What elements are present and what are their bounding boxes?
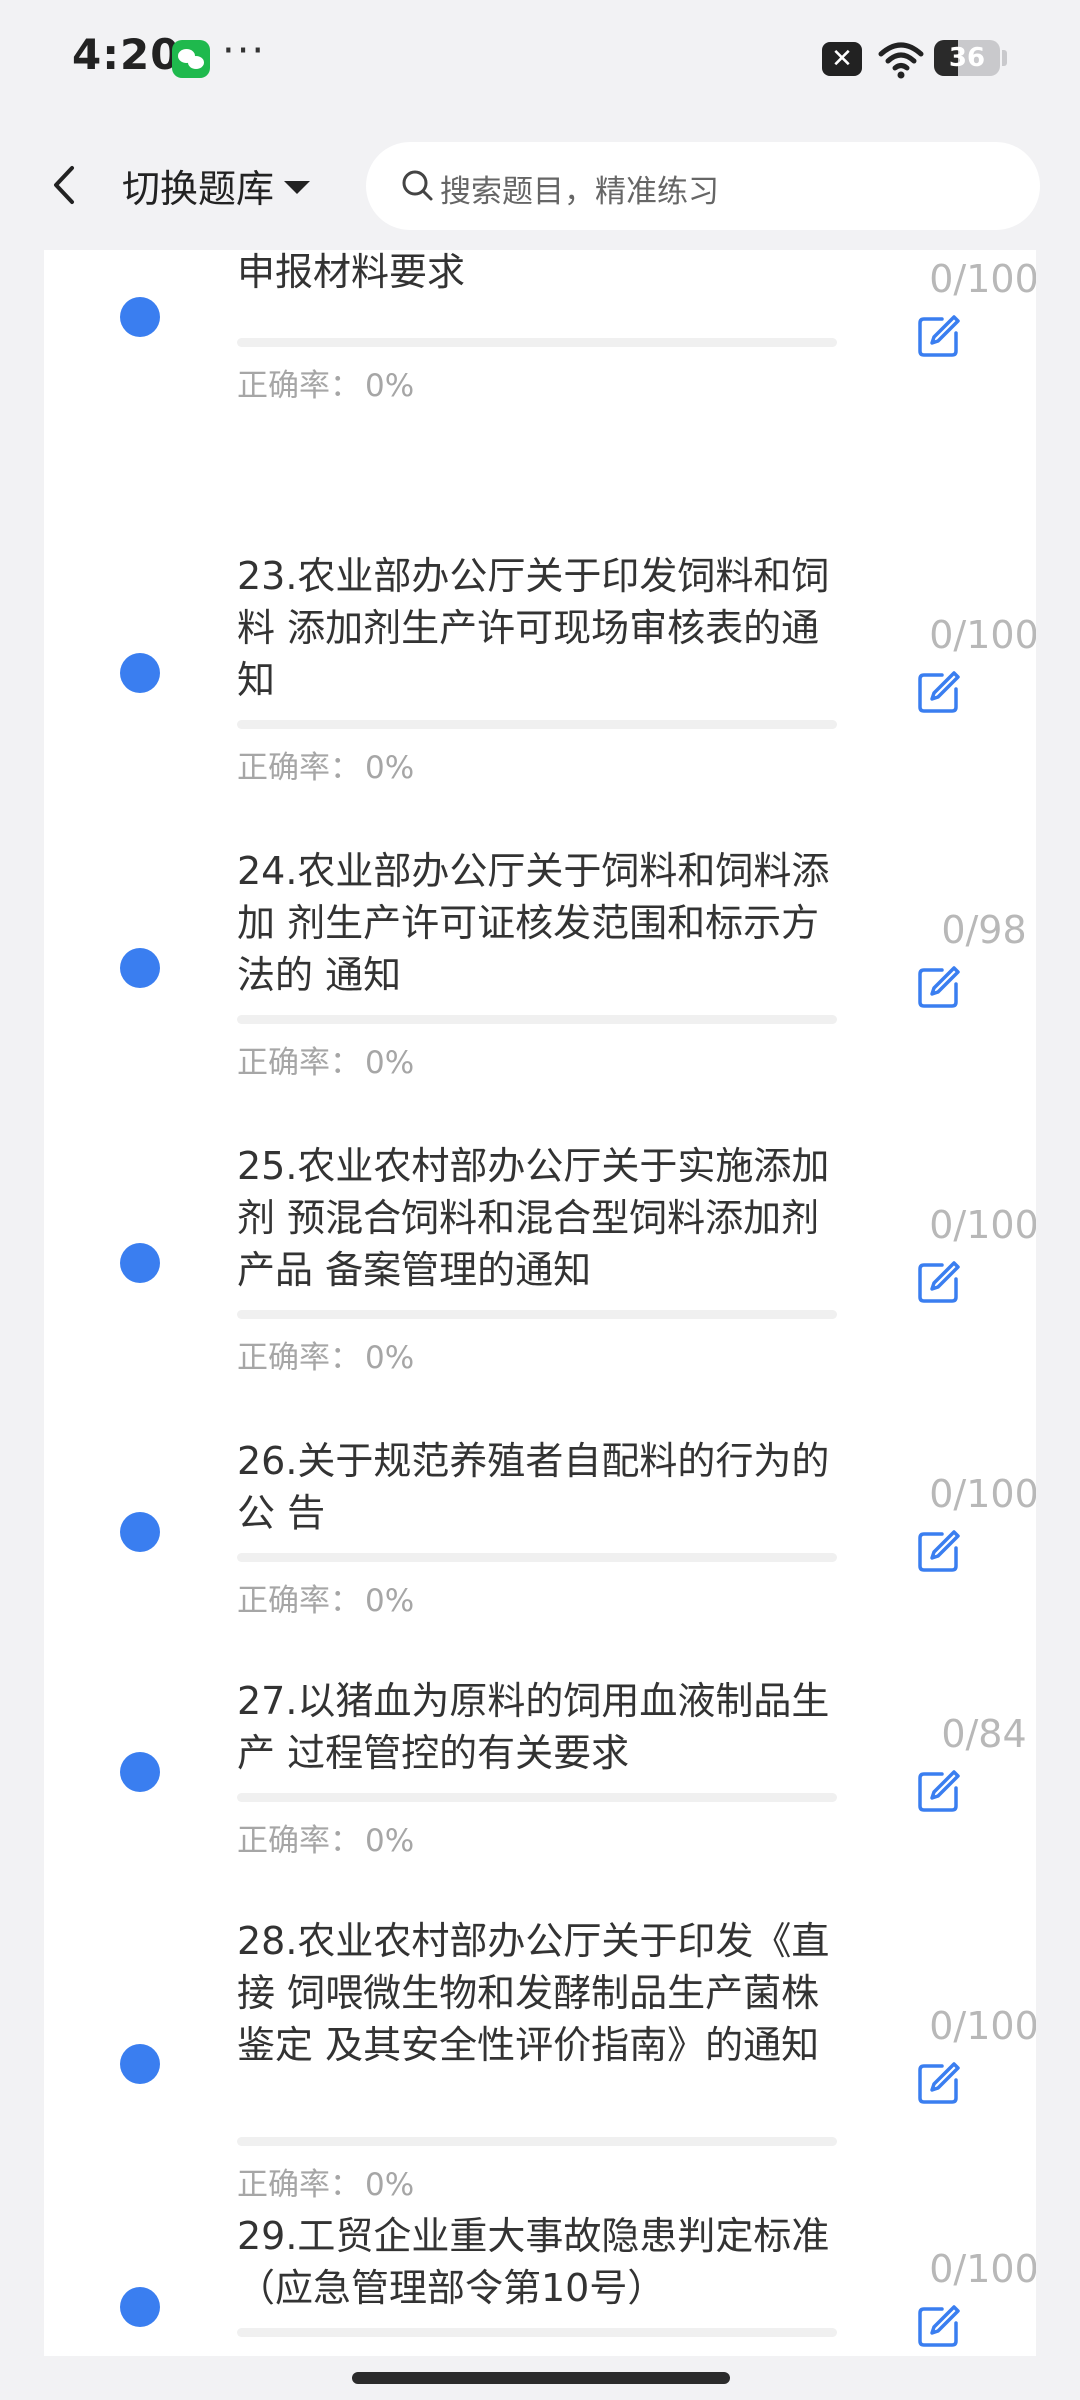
accuracy-value: 0% bbox=[365, 1823, 415, 1859]
status-dot bbox=[120, 2044, 160, 2084]
back-chevron-icon[interactable] bbox=[40, 160, 90, 210]
status-dot bbox=[120, 2287, 160, 2327]
search-placeholder: 搜索题目，精准练习 bbox=[440, 174, 719, 210]
progress-bar bbox=[237, 2328, 837, 2337]
close-notification-icon: ✕ bbox=[822, 42, 862, 76]
progress-bar bbox=[237, 1553, 837, 1562]
accuracy-label: 正确率： bbox=[237, 368, 361, 404]
progress-bar bbox=[237, 2137, 837, 2146]
item-title: 27.以猪血为原料的饲用血液制品生产 过程管控的有关要求 bbox=[237, 1679, 830, 1775]
status-dot bbox=[120, 653, 160, 693]
list-item[interactable]: 22.饲料和饲料添加剂生产许可证申报材料要求正确率：0%0/100 bbox=[44, 250, 1036, 500]
question-count: 0/84 bbox=[941, 1712, 1027, 1756]
edit-icon[interactable] bbox=[914, 962, 964, 1012]
list-item[interactable]: 24.农业部办公厅关于饲料和饲料添加 剂生产许可证核发范围和标示方法的 通知正确… bbox=[44, 795, 1036, 1090]
list-item[interactable]: 23.农业部办公厅关于印发饲料和饲料 添加剂生产许可现场审核表的通知正确率： 0%… bbox=[44, 500, 1036, 795]
item-title: 24.农业部办公厅关于饲料和饲料添加 剂生产许可证核发范围和标示方法的 通知 bbox=[237, 849, 830, 997]
edit-icon[interactable] bbox=[914, 1257, 964, 1307]
edit-icon[interactable] bbox=[914, 311, 964, 361]
home-indicator[interactable] bbox=[352, 2372, 730, 2384]
top-header: 切换题库 搜索题目，精准练习 bbox=[0, 120, 1080, 250]
list-item[interactable]: 27.以猪血为原料的饲用血液制品生产 过程管控的有关要求正确率： 0% 0/84 bbox=[44, 1625, 1036, 1865]
status-time: 4:20 bbox=[72, 30, 181, 79]
edit-icon[interactable] bbox=[914, 1766, 964, 1816]
accuracy-label: 正确率： bbox=[237, 1045, 361, 1081]
battery-tip bbox=[1002, 50, 1007, 66]
search-icon bbox=[402, 170, 433, 201]
progress-bar bbox=[237, 1793, 837, 1802]
progress-bar bbox=[237, 1015, 837, 1024]
progress-bar bbox=[237, 1310, 837, 1319]
accuracy-value: 0% bbox=[365, 368, 415, 404]
accuracy-value: 0% bbox=[365, 1340, 415, 1376]
edit-icon[interactable] bbox=[914, 2301, 964, 2351]
status-dot bbox=[120, 1512, 160, 1552]
item-title: 22.饲料和饲料添加剂生产许可证申报材料要求 bbox=[237, 250, 466, 294]
question-count: 0/100 bbox=[929, 1472, 1036, 1516]
accuracy-text: 正确率：0% bbox=[237, 1575, 414, 1620]
accuracy-text: 正确率：0% bbox=[237, 742, 414, 787]
edit-icon[interactable] bbox=[914, 667, 964, 717]
more-notifications-icon: ··· bbox=[222, 28, 267, 74]
accuracy-text: 正确率：0% bbox=[237, 1815, 414, 1860]
question-count: 0/100 bbox=[929, 2247, 1036, 2291]
question-count: 0/98 bbox=[941, 908, 1027, 952]
list-item[interactable]: 26.关于规范养殖者自配料的行为的公 告正确率： 0% 0/100 bbox=[44, 1385, 1036, 1625]
question-bank-list[interactable]: 22.饲料和饲料添加剂生产许可证申报材料要求正确率：0%0/10023.农业部办… bbox=[44, 250, 1036, 2356]
question-count: 0/100 bbox=[929, 1203, 1036, 1247]
accuracy-label: 正确率： bbox=[237, 1340, 361, 1376]
list-item[interactable]: 25.农业农村部办公厅关于实施添加剂 预混合饲料和混合型饲料添加剂产品 备案管理… bbox=[44, 1090, 1036, 1385]
list-item[interactable]: 29.工贸企业重大事故隐患判定标准 （应急管理部令第10号） 正确率：0% 0/10… bbox=[44, 2160, 1036, 2356]
switch-question-bank-button[interactable]: 切换题库 bbox=[122, 158, 311, 213]
battery-icon: 36 bbox=[934, 40, 1000, 76]
list-item[interactable]: 28.农业农村部办公厅关于印发《直接 饲喂微生物和发酵制品生产菌株鉴定 及其安全… bbox=[44, 1865, 1036, 2203]
question-count: 0/100 bbox=[929, 2004, 1036, 2048]
accuracy-label: 正确率： bbox=[237, 1823, 361, 1859]
switch-question-bank-label: 切换题库 bbox=[122, 167, 275, 211]
progress-bar bbox=[237, 720, 837, 729]
progress-bar bbox=[237, 338, 837, 347]
item-title: 26.关于规范养殖者自配料的行为的公 告 bbox=[237, 1439, 830, 1535]
accuracy-value: 0% bbox=[365, 1583, 415, 1619]
item-title: 25.农业农村部办公厅关于实施添加剂 预混合饲料和混合型饲料添加剂产品 备案管理… bbox=[237, 1144, 830, 1292]
item-title: 28.农业农村部办公厅关于印发《直接 饲喂微生物和发酵制品生产菌株鉴定 及其安全… bbox=[237, 1919, 830, 2067]
battery-level: 36 bbox=[948, 43, 986, 73]
status-dot bbox=[120, 1752, 160, 1792]
question-count: 0/100 bbox=[929, 613, 1036, 657]
item-title: 23.农业部办公厅关于印发饲料和饲料 添加剂生产许可现场审核表的通知 bbox=[237, 554, 830, 702]
wifi-icon bbox=[878, 42, 924, 79]
item-title: 29.工贸企业重大事故隐患判定标准 （应急管理部令第10号） bbox=[237, 2214, 830, 2310]
edit-icon[interactable] bbox=[914, 2058, 964, 2108]
accuracy-text: 正确率：0% bbox=[237, 1037, 414, 1082]
question-count: 0/100 bbox=[929, 257, 1036, 301]
accuracy-text: 正确率：0% bbox=[237, 2350, 414, 2356]
status-bar: 4:20 ··· ✕ 36 bbox=[0, 0, 1080, 120]
accuracy-label: 正确率： bbox=[237, 750, 361, 786]
accuracy-value: 0% bbox=[365, 750, 415, 786]
caret-down-icon bbox=[284, 181, 311, 194]
accuracy-value: 0% bbox=[365, 1045, 415, 1081]
status-dot bbox=[120, 297, 160, 337]
accuracy-label: 正确率： bbox=[237, 1583, 361, 1619]
accuracy-text: 正确率：0% bbox=[237, 360, 414, 405]
edit-icon[interactable] bbox=[914, 1526, 964, 1576]
search-input[interactable]: 搜索题目，精准练习 bbox=[366, 142, 1040, 230]
status-dot bbox=[120, 1243, 160, 1283]
accuracy-text: 正确率：0% bbox=[237, 1332, 414, 1377]
wechat-notification-icon bbox=[172, 40, 210, 78]
status-dot bbox=[120, 948, 160, 988]
